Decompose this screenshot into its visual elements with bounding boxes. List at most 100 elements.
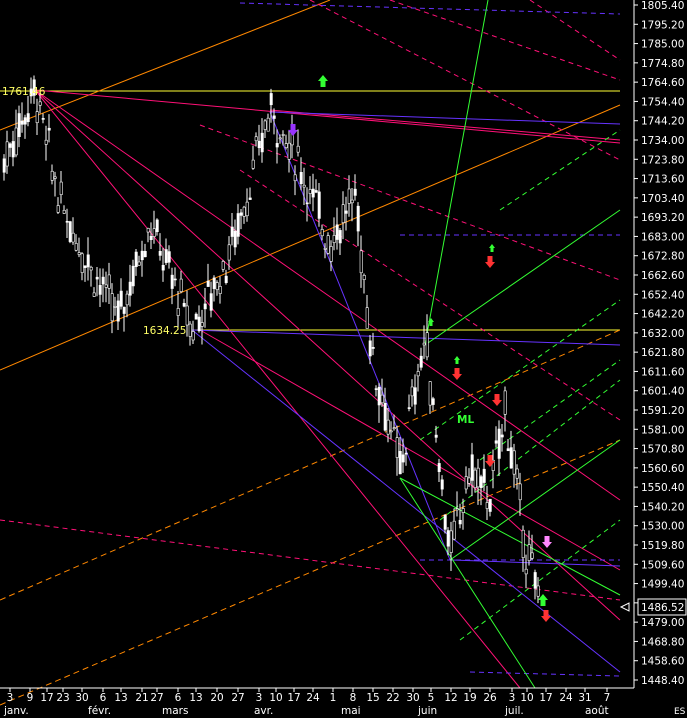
candle-body xyxy=(314,190,318,193)
candle-body xyxy=(386,419,390,435)
level-label-low: 1634.25 xyxy=(143,325,186,337)
candle-body xyxy=(533,572,537,589)
candle-body xyxy=(521,529,525,558)
candle-body xyxy=(35,111,39,124)
candle-body xyxy=(461,508,465,513)
price-tick-label: 1642.20 xyxy=(641,309,684,321)
candle-body xyxy=(467,477,471,484)
candle-body xyxy=(215,282,219,290)
date-tick-label: 21 xyxy=(135,692,148,704)
candle-body xyxy=(248,197,252,200)
price-tick-label: 1662.60 xyxy=(641,270,684,282)
date-tick-label: 31 xyxy=(578,692,591,704)
month-tick-label: avr. xyxy=(254,705,273,717)
candle-body xyxy=(161,264,165,271)
candle-body xyxy=(497,428,501,459)
candle-body xyxy=(476,467,480,488)
candle-body xyxy=(293,174,297,182)
candle-body xyxy=(41,118,45,120)
candle-body xyxy=(377,386,381,406)
candle-body xyxy=(62,209,66,214)
candle-body xyxy=(332,235,336,243)
month-tick-label: juin xyxy=(417,705,437,717)
candle-body xyxy=(203,303,207,310)
price-tick-label: 1734.00 xyxy=(641,135,684,147)
candle-body xyxy=(317,191,321,219)
candle-body xyxy=(191,331,195,341)
candle-body xyxy=(86,254,90,268)
candle-body xyxy=(44,139,48,145)
price-tick-label: 1683.00 xyxy=(641,231,684,243)
price-tick-label: 1601.40 xyxy=(641,386,684,398)
date-tick-label: 9 xyxy=(27,692,34,704)
candle-body xyxy=(401,454,405,463)
candle-body xyxy=(404,452,408,455)
price-tick-label: 1805.40 xyxy=(641,0,684,12)
candle-body xyxy=(164,249,168,263)
price-tick-label: 1785.00 xyxy=(641,39,684,51)
candle-body xyxy=(371,347,375,349)
price-tick-label: 1693.20 xyxy=(641,212,684,224)
candle-body xyxy=(107,274,111,289)
date-tick-label: 13 xyxy=(114,692,127,704)
price-tick-label: 1632.00 xyxy=(641,328,684,340)
candle-body xyxy=(101,276,105,285)
candle-body xyxy=(341,204,345,223)
date-tick-label: 6 xyxy=(175,692,182,704)
candle-body xyxy=(428,381,432,406)
price-tick-label: 1774.80 xyxy=(641,58,684,70)
candle-body xyxy=(194,313,198,320)
candle-body xyxy=(437,463,441,472)
candle-body xyxy=(56,205,60,213)
candle-body xyxy=(464,476,468,490)
candle-body xyxy=(350,199,354,204)
date-tick-label: 17 xyxy=(539,692,552,704)
date-tick-label: 3 xyxy=(256,692,263,704)
candle-body xyxy=(188,323,192,337)
candle-body xyxy=(5,141,9,167)
candle-body xyxy=(140,250,144,261)
candle-body xyxy=(170,274,174,289)
candle-body xyxy=(281,134,285,136)
candle-body xyxy=(236,213,240,237)
candle-body xyxy=(494,440,498,444)
price-tick-label: 1499.40 xyxy=(641,579,684,591)
candle-body xyxy=(422,342,426,346)
candle-body xyxy=(50,170,54,181)
price-tick-label: 1652.40 xyxy=(641,289,684,301)
candle-body xyxy=(503,390,507,415)
candle-body xyxy=(218,286,222,294)
date-tick-label: 6 xyxy=(100,692,107,704)
price-tick-label: 1550.40 xyxy=(641,482,684,494)
candle-body xyxy=(128,281,132,296)
candle-body xyxy=(26,113,30,123)
candle-body xyxy=(296,145,300,153)
candle-body xyxy=(299,172,303,185)
candle-body xyxy=(335,224,339,240)
candle-body xyxy=(74,243,78,251)
candle-body xyxy=(89,266,93,271)
candle-body xyxy=(71,232,75,243)
price-tick-label: 1754.40 xyxy=(641,96,684,108)
date-tick-label: 22 xyxy=(386,692,399,704)
date-tick-label: 8 xyxy=(350,692,357,704)
candle-body xyxy=(251,159,255,169)
candle-body xyxy=(383,403,387,431)
candle-body xyxy=(104,284,108,288)
candle-body xyxy=(407,407,411,409)
candle-body xyxy=(380,394,384,404)
candle-body xyxy=(110,293,114,322)
candle-body xyxy=(425,332,429,358)
candle-body xyxy=(176,308,180,316)
candle-body xyxy=(95,276,99,280)
date-tick-label: 24 xyxy=(559,692,573,704)
price-tick-label: 1468.80 xyxy=(641,636,684,648)
candle-body xyxy=(125,293,129,306)
candle-body xyxy=(167,251,171,263)
candle-body xyxy=(200,322,204,327)
candle-body xyxy=(443,514,447,530)
price-tick-label: 1560.60 xyxy=(641,463,684,475)
price-tick-label: 1764.60 xyxy=(641,77,684,89)
candle-body xyxy=(302,184,306,188)
price-tick-label: 1611.60 xyxy=(641,366,684,378)
